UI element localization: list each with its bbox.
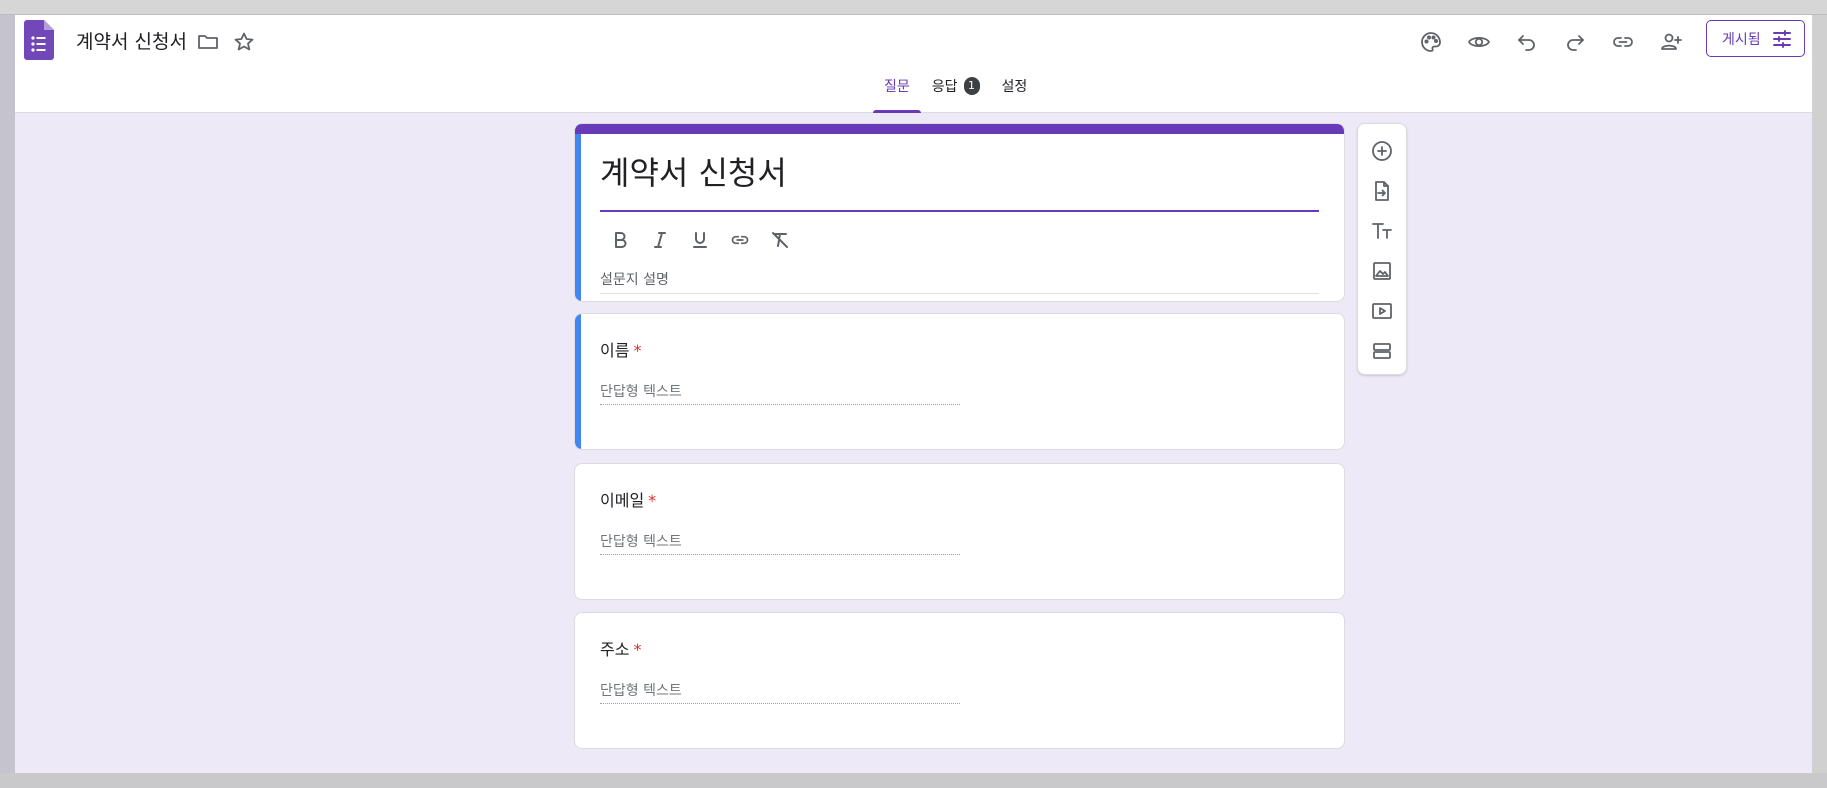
underline-icon[interactable] xyxy=(680,220,720,260)
question-card[interactable]: 주소 * 단답형 텍스트 xyxy=(574,612,1345,749)
floating-side-toolbar xyxy=(1357,123,1407,375)
tab-settings-label: 설정 xyxy=(1001,79,1028,95)
form-title-input[interactable]: 계약서 신청서 xyxy=(600,151,787,195)
window-edge-right xyxy=(1812,15,1827,788)
question-card[interactable]: 이름 * 단답형 텍스트 xyxy=(574,313,1345,450)
add-section-icon[interactable] xyxy=(1358,331,1406,371)
clear-format-icon[interactable] xyxy=(760,220,800,260)
required-mark: * xyxy=(633,640,642,659)
required-mark: * xyxy=(648,491,657,510)
form-title-card[interactable]: 계약서 신청서 설문지 설명 xyxy=(574,123,1345,302)
document-title[interactable]: 계약서 신청서 xyxy=(76,28,187,56)
short-answer-field: 단답형 텍스트 xyxy=(600,533,960,555)
eye-icon[interactable] xyxy=(1462,25,1496,59)
question-label: 이메일 xyxy=(600,491,645,510)
tab-questions[interactable]: 질문 xyxy=(873,73,921,113)
short-answer-field: 단답형 텍스트 xyxy=(600,682,960,704)
short-answer-field: 단답형 텍스트 xyxy=(600,383,960,405)
form-tabs: 질문 응답 1 설정 xyxy=(873,73,1038,113)
question-title: 주소 * xyxy=(600,638,641,662)
browser-top-strip xyxy=(0,0,1827,15)
italic-icon[interactable] xyxy=(640,220,680,260)
app-header: 계약서 신청서 게시됨 질문 응답 1 설정 xyxy=(15,15,1812,113)
publish-button[interactable]: 게시됨 xyxy=(1706,20,1805,57)
tab-responses-label: 응답 xyxy=(931,79,958,95)
question-label: 이름 xyxy=(600,341,630,360)
question-label: 주소 xyxy=(600,640,630,659)
required-mark: * xyxy=(633,341,642,360)
theme-color-band xyxy=(575,124,1344,134)
add-title-icon[interactable] xyxy=(1358,211,1406,251)
add-image-icon[interactable] xyxy=(1358,251,1406,291)
palette-icon[interactable] xyxy=(1414,25,1448,59)
tab-questions-label: 질문 xyxy=(884,79,910,95)
question-title: 이메일 * xyxy=(600,489,656,513)
publish-button-label: 게시됨 xyxy=(1722,31,1761,48)
star-icon[interactable] xyxy=(227,25,261,59)
redo-icon[interactable] xyxy=(1558,25,1592,59)
add-video-icon[interactable] xyxy=(1358,291,1406,331)
title-underline xyxy=(600,210,1319,212)
tab-responses[interactable]: 응답 1 xyxy=(921,73,991,113)
bold-icon[interactable] xyxy=(600,220,640,260)
formatting-toolbar xyxy=(600,220,800,260)
undo-icon[interactable] xyxy=(1510,25,1544,59)
add-question-icon[interactable] xyxy=(1358,131,1406,171)
window-edge-bottom xyxy=(0,773,1827,788)
google-forms-logo-icon[interactable] xyxy=(24,20,54,60)
import-questions-icon[interactable] xyxy=(1358,171,1406,211)
link-icon[interactable] xyxy=(720,220,760,260)
tab-settings[interactable]: 설정 xyxy=(991,73,1039,113)
forms-app: 계약서 신청서 게시됨 질문 응답 1 설정 계약서 신청서 설문지 설명 이름… xyxy=(15,15,1812,773)
add-person-icon[interactable] xyxy=(1654,25,1688,59)
question-title: 이름 * xyxy=(600,339,641,363)
tune-icon xyxy=(1773,30,1791,48)
folder-icon[interactable] xyxy=(191,25,225,59)
question-card[interactable]: 이메일 * 단답형 텍스트 xyxy=(574,463,1345,600)
responses-count-badge: 1 xyxy=(963,77,980,95)
form-description-input[interactable]: 설문지 설명 xyxy=(600,270,1319,294)
link-icon[interactable] xyxy=(1606,25,1640,59)
